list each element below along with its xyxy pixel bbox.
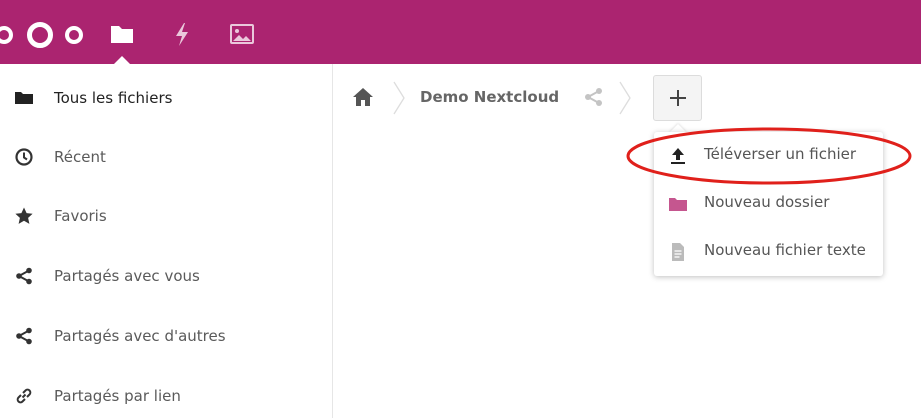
lightning-icon[interactable] xyxy=(168,20,196,48)
sidebar-item-shared-with-you[interactable]: Partagés avec vous xyxy=(0,247,332,305)
menu-item-label: Nouveau fichier texte xyxy=(704,241,866,259)
new-file-menu: Téléverser un fichier Nouveau dossier No… xyxy=(654,132,883,276)
sidebar-item-recent[interactable]: Récent xyxy=(0,128,332,186)
sidebar-item-shared-by-link[interactable]: Partagés par lien xyxy=(0,367,332,418)
sidebar-item-favorites[interactable]: Favoris xyxy=(0,187,332,245)
share-icon[interactable] xyxy=(583,86,605,108)
sidebar-item-label: Partagés par lien xyxy=(54,387,181,405)
app-header xyxy=(0,0,921,64)
sidebar-item-label: Tous les fichiers xyxy=(54,89,173,107)
plus-icon xyxy=(670,90,686,106)
breadcrumb-separator xyxy=(393,81,405,115)
sidebar-item-label: Partagés avec d'autres xyxy=(54,327,226,345)
share-icon xyxy=(16,327,32,345)
folder-icon xyxy=(669,198,687,211)
breadcrumb-current-folder[interactable]: Demo Nextcloud xyxy=(420,88,559,106)
sidebar-item-shared-with-others[interactable]: Partagés avec d'autres xyxy=(0,307,332,365)
sidebar-item-label: Favoris xyxy=(54,207,107,225)
nextcloud-files-page: Tous les fichiers Récent Favoris Partagé… xyxy=(0,0,921,418)
home-icon[interactable] xyxy=(352,86,374,108)
sidebar-item-all-files[interactable]: Tous les fichiers xyxy=(0,69,332,127)
menu-item-upload-file[interactable]: Téléverser un fichier xyxy=(654,132,883,180)
share-icon xyxy=(16,267,32,285)
star-icon xyxy=(15,207,33,224)
active-app-indicator xyxy=(114,56,130,64)
upload-icon xyxy=(671,148,685,164)
folder-icon xyxy=(15,92,33,104)
menu-item-new-folder[interactable]: Nouveau dossier xyxy=(654,180,883,228)
app-navigation: Tous les fichiers Récent Favoris Partagé… xyxy=(0,64,333,418)
menu-item-label: Téléverser un fichier xyxy=(704,145,857,163)
menu-item-label: Nouveau dossier xyxy=(704,193,830,211)
image-icon[interactable] xyxy=(228,20,256,48)
text-file-icon xyxy=(672,243,684,261)
link-icon xyxy=(16,388,32,404)
breadcrumb-separator xyxy=(619,81,631,115)
folder-icon[interactable] xyxy=(108,20,136,48)
sidebar-item-label: Récent xyxy=(54,148,106,166)
nextcloud-logo-icon[interactable] xyxy=(0,22,90,48)
sidebar-item-label: Partagés avec vous xyxy=(54,267,200,285)
new-button[interactable] xyxy=(653,75,702,121)
menu-item-new-text-file[interactable]: Nouveau fichier texte xyxy=(654,228,883,276)
clock-icon xyxy=(15,148,33,166)
